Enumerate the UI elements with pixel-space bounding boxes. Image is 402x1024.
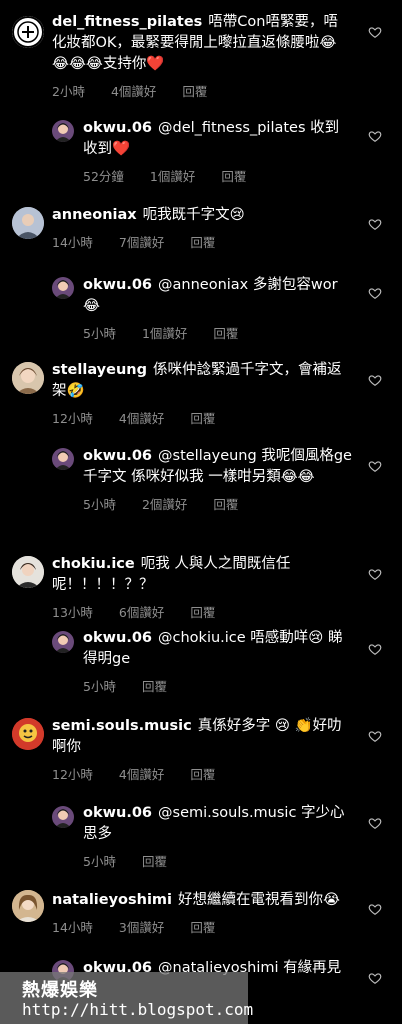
heart-icon[interactable]: [368, 217, 382, 231]
comment-time: 5小時: [83, 326, 116, 341]
watermark: 熱爆娛樂 http://hitt.blogspot.com: [0, 972, 253, 1024]
heart-icon[interactable]: [368, 567, 382, 581]
comment-time: 14小時: [52, 920, 93, 935]
heart-icon[interactable]: [368, 902, 382, 916]
username[interactable]: chokiu.ice: [52, 556, 135, 572]
avatar[interactable]: [12, 362, 44, 394]
heart-icon[interactable]: [368, 642, 382, 656]
comment-body: 好想繼續在電視看到你😭: [178, 892, 340, 908]
avatar[interactable]: [52, 806, 74, 828]
reply-button[interactable]: 回覆: [213, 326, 238, 341]
like-count[interactable]: 4個讚好: [111, 84, 156, 99]
username[interactable]: del_fitness_pilates: [52, 14, 202, 30]
reply-button[interactable]: 回覆: [190, 767, 215, 782]
like-count[interactable]: 3個讚好: [119, 920, 164, 935]
username[interactable]: okwu.06: [83, 448, 152, 464]
heart-icon[interactable]: [368, 971, 382, 985]
comment-body: 呃我既千字文😢: [142, 207, 245, 223]
like-count[interactable]: 1個讚好: [142, 326, 187, 341]
username[interactable]: semi.souls.music: [52, 718, 192, 734]
comment-text: okwu.06 @del_fitness_pilates 收到收到❤️: [83, 118, 353, 160]
like-count[interactable]: 4個讚好: [119, 411, 164, 426]
comment-meta: 5小時 1個讚好 回覆: [83, 323, 353, 342]
heart-icon[interactable]: [368, 286, 382, 300]
comment-meta: 14小時 3個讚好 回覆: [52, 917, 352, 936]
comment-meta: 5小時 2個讚好 回覆: [83, 494, 353, 513]
comment-time: 12小時: [52, 411, 93, 426]
reply-button[interactable]: 回覆: [190, 605, 215, 620]
comment-time: 5小時: [83, 854, 116, 869]
reply-button[interactable]: 回覆: [190, 235, 215, 250]
avatar[interactable]: [12, 890, 44, 922]
comment-meta: 12小時 4個讚好 回覆: [52, 408, 352, 427]
reply-button[interactable]: 回覆: [182, 84, 207, 99]
username[interactable]: okwu.06: [83, 120, 152, 136]
watermark-url: http://hitt.blogspot.com: [22, 1000, 254, 1019]
avatar[interactable]: [12, 556, 44, 588]
comment-time: 13小時: [52, 605, 93, 620]
avatar[interactable]: [52, 277, 74, 299]
like-count[interactable]: 7個讚好: [119, 235, 164, 250]
like-count[interactable]: 6個讚好: [119, 605, 164, 620]
comment-text: chokiu.ice 呃我 人與人之間既信任呢！！！！？？: [52, 554, 352, 596]
reply-button[interactable]: 回覆: [190, 920, 215, 935]
heart-icon[interactable]: [368, 816, 382, 830]
heart-icon[interactable]: [368, 373, 382, 387]
reply-button[interactable]: 回覆: [221, 169, 246, 184]
username[interactable]: okwu.06: [83, 805, 152, 821]
heart-icon[interactable]: [368, 459, 382, 473]
username[interactable]: natalieyoshimi: [52, 892, 172, 908]
avatar[interactable]: [52, 120, 74, 142]
comment-text: stellayeung 係咪仲諗緊過千字文，會補返架🤣: [52, 360, 352, 402]
avatar[interactable]: [12, 718, 44, 750]
username[interactable]: okwu.06: [83, 630, 152, 646]
avatar[interactable]: [12, 207, 44, 239]
comment-text: natalieyoshimi 好想繼續在電視看到你😭: [52, 890, 352, 911]
comment-time: 5小時: [83, 679, 116, 694]
username[interactable]: okwu.06: [83, 277, 152, 293]
heart-icon[interactable]: [368, 129, 382, 143]
reply-button[interactable]: 回覆: [142, 854, 167, 869]
comment-text: okwu.06 @semi.souls.music 字少心思多: [83, 803, 353, 845]
comment-text: okwu.06 @chokiu.ice 唔感動咩😢 睇得明ge: [83, 628, 353, 670]
comment-text: semi.souls.music 真係好多字 😢 👏好叻啊你: [52, 716, 352, 758]
heart-icon[interactable]: [368, 729, 382, 743]
like-count[interactable]: 4個讚好: [119, 767, 164, 782]
comment-time: 2小時: [52, 84, 85, 99]
avatar[interactable]: [12, 16, 44, 48]
reply-button[interactable]: 回覆: [190, 411, 215, 426]
comment-meta: 52分鐘 1個讚好 回覆: [83, 166, 353, 185]
reply-button[interactable]: 回覆: [142, 679, 167, 694]
comment-meta: 5小時 回覆: [83, 676, 353, 695]
comment-text: okwu.06 @stellayeung 我呢個風格ge千字文 係咪好似我 一樣咁…: [83, 446, 353, 488]
reply-button[interactable]: 回覆: [213, 497, 238, 512]
comment-time: 5小時: [83, 497, 116, 512]
comment-meta: 5小時 回覆: [83, 851, 353, 870]
comment-meta: 13小時 6個讚好 回覆: [52, 602, 352, 621]
comment-text: anneoniax 呃我既千字文😢: [52, 205, 352, 226]
username[interactable]: anneoniax: [52, 207, 137, 223]
comment-text: del_fitness_pilates 唔帶Con唔緊要，唔化妝都OK，最緊要得閒…: [52, 12, 352, 75]
like-count[interactable]: 2個讚好: [142, 497, 187, 512]
comment-meta: 2小時 4個讚好 回覆: [52, 81, 352, 100]
avatar[interactable]: [52, 448, 74, 470]
comment-time: 14小時: [52, 235, 93, 250]
heart-icon[interactable]: [368, 25, 382, 39]
comment-meta: 14小時 7個讚好 回覆: [52, 232, 352, 251]
comment-meta: 12小時 4個讚好 回覆: [52, 764, 352, 783]
avatar[interactable]: [52, 631, 74, 653]
comment-time: 52分鐘: [83, 169, 124, 184]
watermark-title: 熱爆娛樂: [22, 980, 98, 1001]
username[interactable]: stellayeung: [52, 362, 147, 378]
comment-text: okwu.06 @anneoniax 多謝包容wor😂: [83, 275, 353, 317]
comment-time: 12小時: [52, 767, 93, 782]
like-count[interactable]: 1個讚好: [150, 169, 195, 184]
